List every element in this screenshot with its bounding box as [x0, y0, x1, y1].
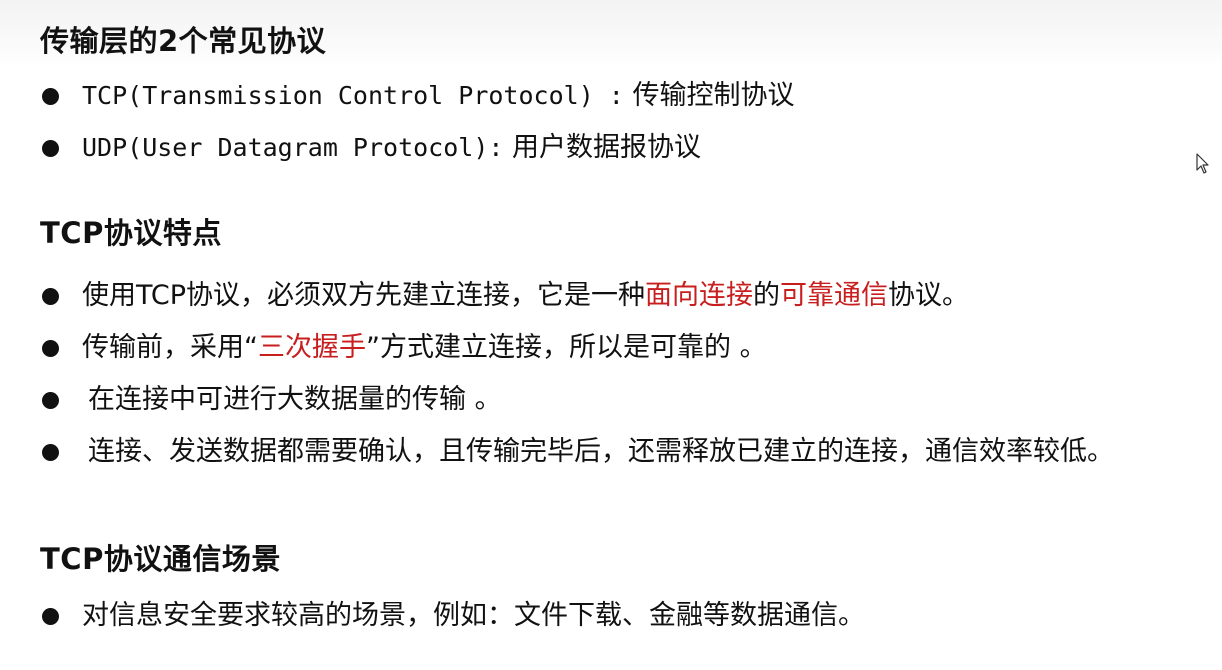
udp-desc: 用户数据报协议 [503, 132, 702, 163]
list-item-text: 在连接中可进行大数据量的传输 。 [88, 384, 502, 415]
bullet-icon [42, 288, 59, 305]
bullet-icon [42, 340, 59, 357]
list-item-text: 对信息安全要求较高的场景，例如：文件下载、金融等数据通信。 [82, 600, 865, 631]
list-item-text: UDP(User Datagram Protocol): 用户数据报协议 [82, 132, 701, 164]
section-heading-tcp-scenarios: TCP协议通信场景 [40, 542, 281, 576]
text-segment: 的 [753, 280, 781, 311]
bullet-icon [42, 140, 59, 157]
highlight-reliable-communication: 可靠通信 [780, 280, 889, 311]
tcp-desc: 传输控制协议 [623, 80, 795, 111]
text-segment: ”方式建立连接，所以是可靠的 。 [366, 332, 767, 363]
text-segment: 使用TCP协议，必须双方先建立连接，它是一种 [82, 280, 646, 311]
section-heading-transport-protocols: 传输层的2个常见协议 [40, 24, 327, 58]
highlight-three-way-handshake: 三次握手 [258, 332, 366, 363]
tcp-code: TCP(Transmission Control Protocol) : [82, 81, 624, 110]
list-item-text: 连接、发送数据都需要确认，且传输完毕后，还需释放已建立的连接，通信效率较低。 [88, 436, 1114, 467]
bullet-icon [42, 88, 59, 105]
list-item-text: 传输前，采用“三次握手”方式建立连接，所以是可靠的 。 [82, 332, 767, 364]
mouse-pointer-icon [1196, 153, 1209, 174]
text-segment: 传输前，采用“ [82, 332, 258, 363]
udp-code: UDP(User Datagram Protocol): [82, 133, 504, 162]
list-item-text: 使用TCP协议，必须双方先建立连接，它是一种面向连接的可靠通信协议。 [82, 280, 969, 312]
highlight-connection-oriented: 面向连接 [645, 280, 754, 311]
section-heading-tcp-features: TCP协议特点 [40, 216, 222, 250]
list-item-text: TCP(Transmission Control Protocol) : 传输控… [82, 80, 794, 112]
text-segment: 协议。 [888, 280, 970, 311]
bullet-icon [42, 608, 59, 625]
bullet-icon [42, 392, 59, 409]
bullet-icon [42, 444, 59, 461]
